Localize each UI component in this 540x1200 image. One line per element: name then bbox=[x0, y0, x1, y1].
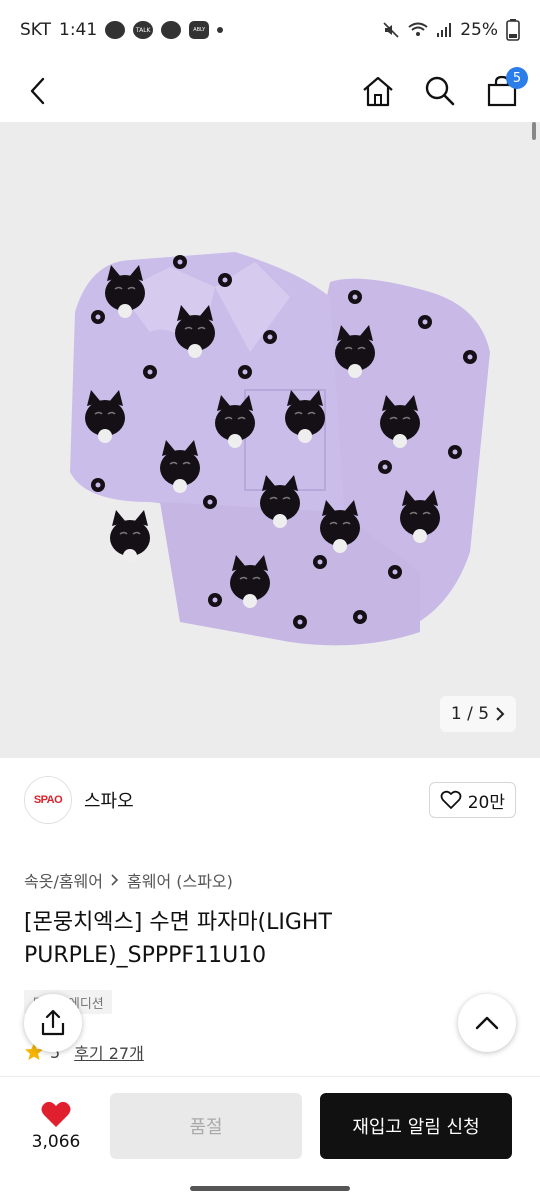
battery-percent: 25% bbox=[460, 20, 498, 40]
mute-icon bbox=[383, 22, 399, 38]
chat-notification-icon bbox=[161, 21, 182, 39]
heart-outline-icon bbox=[440, 790, 462, 809]
more-notifications-icon bbox=[217, 27, 224, 33]
image-counter-text: 1 / 5 bbox=[450, 704, 490, 724]
carrier-label: SKT bbox=[20, 20, 52, 40]
search-button[interactable] bbox=[420, 71, 460, 111]
review-count-link[interactable]: 후기 27개 bbox=[74, 1040, 144, 1064]
chevron-right-icon bbox=[496, 707, 505, 721]
product-title: [몬뭉치엑스] 수면 파자마(LIGHT PURPLE)_SPPPF11U10 bbox=[24, 910, 332, 968]
search-icon bbox=[425, 76, 455, 106]
clock: 1:41 bbox=[59, 20, 98, 40]
wishlist-count: 3,066 bbox=[31, 1131, 81, 1152]
chevron-right-icon bbox=[111, 874, 119, 886]
product-photo-pajama bbox=[70, 252, 490, 646]
breadcrumb: 속옷/홈웨어 홈웨어 (스파오) bbox=[24, 868, 233, 892]
brand-row: SPAO 스파오 20만 bbox=[24, 776, 516, 824]
cart-button[interactable]: 5 bbox=[482, 67, 528, 111]
home-button[interactable] bbox=[358, 71, 398, 111]
talk-notification-icon: TALK bbox=[133, 21, 154, 39]
soldout-button[interactable]: 품절 bbox=[110, 1092, 302, 1159]
share-button[interactable] bbox=[24, 994, 82, 1052]
status-left: SKT 1:41 TALK ABLY bbox=[20, 20, 224, 40]
scroll-to-top-button[interactable] bbox=[458, 994, 516, 1052]
product-image-carousel[interactable]: 1 / 5 bbox=[0, 122, 540, 758]
home-icon bbox=[363, 76, 393, 107]
status-right: 25% bbox=[382, 19, 520, 41]
heart-filled-icon bbox=[41, 1101, 71, 1127]
scroll-indicator bbox=[532, 122, 536, 140]
image-counter[interactable]: 1 / 5 bbox=[440, 696, 516, 732]
battery-icon bbox=[506, 19, 520, 41]
nav-actions: 5 bbox=[358, 67, 528, 111]
brand-name[interactable]: 스파오 bbox=[84, 787, 134, 813]
signal-icon bbox=[437, 23, 452, 37]
home-indicator[interactable] bbox=[190, 1186, 350, 1191]
brand-logo[interactable]: SPAO bbox=[24, 776, 72, 824]
wishlist-button[interactable]: 3,066 bbox=[20, 1100, 92, 1152]
brand-like-button[interactable]: 20만 bbox=[428, 782, 516, 818]
restock-alert-button[interactable]: 재입고 알림 신청 bbox=[320, 1092, 512, 1159]
back-button[interactable] bbox=[18, 71, 58, 111]
brand-like-count: 20만 bbox=[467, 792, 505, 813]
chevron-left-icon bbox=[30, 77, 45, 105]
chevron-up-icon bbox=[475, 1016, 499, 1030]
ably-notification-icon: ABLY bbox=[189, 21, 210, 39]
top-navigation: 5 bbox=[0, 60, 540, 122]
breadcrumb-child[interactable]: 홈웨어 (스파오) bbox=[127, 868, 233, 892]
message-notification-icon bbox=[105, 21, 126, 39]
share-icon bbox=[41, 1009, 65, 1036]
bottom-action-bar: 3,066 품절 재입고 알림 신청 bbox=[0, 1076, 540, 1174]
breadcrumb-parent[interactable]: 속옷/홈웨어 bbox=[24, 868, 103, 892]
cart-count-badge: 5 bbox=[506, 67, 528, 89]
status-bar: SKT 1:41 TALK ABLY 25% bbox=[0, 0, 540, 60]
wifi-icon bbox=[408, 22, 428, 36]
